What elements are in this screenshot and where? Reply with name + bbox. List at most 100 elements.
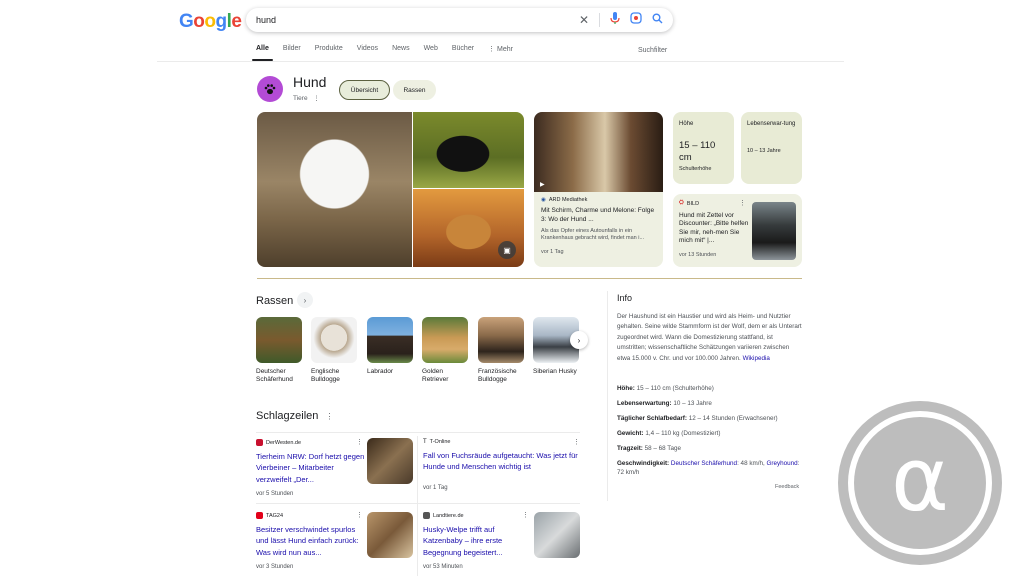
tab-buecher[interactable]: Bücher [452,45,474,53]
headline-item[interactable]: T T-Online Fall von Fuchsräude aufgetauch… [423,439,580,491]
feedback-link[interactable]: Feedback [775,484,799,490]
microphone-icon[interactable] [610,11,620,29]
image-black-dog[interactable] [413,112,524,188]
clear-icon[interactable]: ✕ [579,14,589,26]
info-row-lebenserwartung: Lebenserwartung: 10 – 13 Jahre [617,399,803,408]
info-label: Gewicht: [617,430,644,437]
breed-name: Deutscher Schäferhund [256,368,293,384]
headline-title: Tierheim NRW: Dorf hetzt gegen Vierbeine… [256,452,365,484]
news-source-label: ARD Mediathek [548,197,588,203]
more-options-icon[interactable]: ⋮ [325,412,333,421]
tab-mehr[interactable]: ⋮ Mehr [488,45,513,53]
info-value: : 48 km/h, [737,460,765,467]
headline-time: vor 53 Minuten [423,563,463,570]
tab-alle[interactable]: Alle [252,45,273,61]
logo-letter: e [231,11,242,32]
more-options-icon[interactable]: ⋮ [522,511,529,519]
headlines-title-text: Schlagzeilen [256,410,319,422]
breed-image [422,317,468,363]
headline-source: T T-Online [423,439,580,445]
info-label: Täglicher Schlafbedarf: [617,415,687,422]
image-golden-dog[interactable]: ▣ [413,189,524,267]
tab-videos[interactable]: Videos [357,45,378,53]
news-time: vor 1 Tag [541,249,564,256]
headline-image [367,512,413,558]
info-value: 1,4 – 110 kg (Domestiziert) [645,430,721,437]
info-description: Der Haushund ist ein Haustier und wird a… [617,312,803,364]
news-source: ◉ ARD Mediathek [541,197,656,203]
breed-item[interactable]: Englische Bulldogge [311,317,357,385]
headline-time: vor 1 Tag [423,484,448,491]
chevron-right-icon[interactable]: › [570,331,588,349]
greyhound-link[interactable]: Greyhound [766,460,797,467]
search-bar: ✕ [246,8,673,32]
google-logo[interactable]: Google [179,11,242,33]
fact-sub: Schulterhöhe [679,166,712,173]
search-tabs: Alle Bilder Produkte Videos News Web Büc… [252,45,513,61]
headline-time: vor 5 Stunden [256,490,294,497]
derwesten-icon [256,439,263,446]
breed-item[interactable]: Französische Bulldogge [478,317,524,385]
image-gallery-icon[interactable]: ▣ [498,241,516,259]
breed-image [311,317,357,363]
logo-letter: G [179,11,194,32]
breed-item[interactable]: Golden Retriever [422,317,468,385]
breed-image [478,317,524,363]
more-options-icon[interactable]: ⋮ [313,95,320,102]
headline-time: vor 3 Stunden [256,563,294,570]
entity-subtitle: Tiere ⋮ [293,94,320,102]
breed-name: Französische Bulldogge [478,368,517,384]
headline-source-label: Landtiere.de [433,512,464,519]
chevron-right-icon[interactable]: › [297,292,313,308]
search-icon[interactable] [652,11,663,29]
tab-news[interactable]: News [392,45,410,53]
more-options-icon[interactable]: ⋮ [739,199,746,207]
headline-title: Husky-Welpe trifft auf Katzenbaby – ihre… [423,525,503,557]
more-options-icon[interactable]: ⋮ [356,438,363,446]
entity-title: Hund [293,74,327,90]
logo-letter: o [193,11,205,32]
info-label: Geschwindigkeit: [617,460,670,467]
fact-label: Lebenserwar-tung [747,121,796,127]
tab-produkte[interactable]: Produkte [315,45,343,53]
info-title: Info [617,293,633,303]
fact-value: 15 – 110 cm [679,140,716,164]
news-card-ard[interactable]: ▶ ◉ ARD Mediathek Mit Schirm, Charme und … [534,112,663,267]
info-label: Tragzeit: [617,445,643,452]
headline-source-label: T-Online [429,439,451,445]
image-chihuahua[interactable] [257,112,412,267]
bild-thumbnail [752,202,796,260]
info-row-schlafbedarf: Täglicher Schlafbedarf: 12 – 14 Stunden … [617,414,803,423]
news-card-bild[interactable]: ⛭ BILD Hund mit Zettel vor Discounter: „B… [673,194,802,267]
news-title: Mit Schirm, Charme und Melone: Folge 3: … [541,207,655,223]
more-options-icon[interactable]: ⋮ [356,511,363,519]
schaeferhund-link[interactable]: Deutscher Schäferhund [671,460,737,467]
wikipedia-link[interactable]: Wikipedia [743,355,770,362]
headline-source-label: DerWesten.de [266,439,302,446]
info-text: Der Haushund ist ein Haustier und wird a… [617,313,802,362]
breed-item[interactable]: Deutscher Schäferhund [256,317,302,385]
divider [599,13,600,27]
tab-bilder[interactable]: Bilder [283,45,301,53]
breed-image [367,317,413,363]
ard-icon: ◉ [541,197,546,203]
more-options-icon[interactable]: ⋮ [573,438,580,446]
camera-lens-icon[interactable] [630,11,642,29]
landtiere-icon [423,512,430,519]
chip-rassen[interactable]: Rassen [393,80,436,100]
tab-web[interactable]: Web [424,45,438,53]
fact-label: Höhe [679,121,694,127]
logo-letter: o [204,11,216,32]
search-input[interactable] [256,15,579,25]
chip-uebersicht[interactable]: Übersicht [339,80,390,100]
info-row-tragzeit: Tragzeit: 58 – 68 Tage [617,444,803,453]
headlines-title: Schlagzeilen ⋮ [256,410,333,422]
fact-card-life-expectancy[interactable]: Lebenserwar-tung 10 – 13 Jahre [741,112,802,184]
search-filter-button[interactable]: Suchfilter [638,47,667,54]
alpha-watermark-logo: α [835,398,1005,568]
info-row-geschwindigkeit: Geschwindigkeit: Deutscher Schäferhund: … [617,459,803,478]
divider [256,503,580,504]
fact-card-height[interactable]: Höhe 15 – 110 cm Schulterhöhe [673,112,734,184]
breed-item[interactable]: Labrador [367,317,413,376]
info-value: 12 – 14 Stunden (Erwachsener) [688,415,778,422]
